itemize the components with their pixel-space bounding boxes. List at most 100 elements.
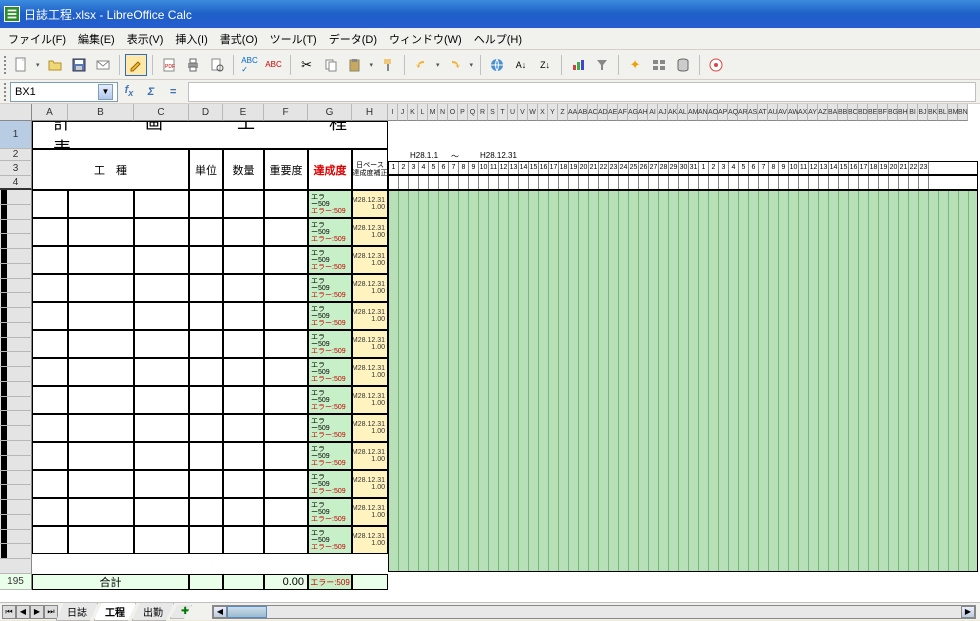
sheet-tab-nisshi[interactable]: 日誌: [56, 603, 98, 621]
column-headers[interactable]: A B C D E F G H IJKLMNOPQRSTUVWXYZAAABAC…: [32, 104, 968, 121]
date-cell[interactable]: M28.12.311.00: [352, 498, 388, 526]
empty-cell[interactable]: [68, 330, 134, 358]
empty-cell[interactable]: [264, 526, 308, 554]
horizontal-scrollbar[interactable]: ◀ ▶: [212, 605, 976, 619]
date-cell[interactable]: M28.12.311.00: [352, 358, 388, 386]
rowhead-hidden[interactable]: [0, 515, 32, 530]
colhead-L[interactable]: L: [418, 104, 428, 121]
total-juuyoudo[interactable]: 0.00: [264, 574, 308, 590]
colhead-BG[interactable]: BG: [888, 104, 898, 121]
copy-button[interactable]: [320, 54, 342, 76]
total-hipace[interactable]: [352, 574, 388, 590]
menu-help[interactable]: ヘルプ(H): [468, 29, 528, 49]
colhead-B[interactable]: B: [68, 104, 134, 121]
colhead-AK[interactable]: AK: [668, 104, 678, 121]
empty-cell[interactable]: [68, 246, 134, 274]
rowhead-hidden[interactable]: [0, 382, 32, 397]
empty-cell[interactable]: [32, 358, 68, 386]
empty-cell[interactable]: [68, 498, 134, 526]
colhead-AF[interactable]: AF: [618, 104, 628, 121]
menu-file[interactable]: ファイル(F): [2, 29, 72, 49]
menu-edit[interactable]: 編集(E): [72, 29, 121, 49]
empty-cell[interactable]: [32, 246, 68, 274]
add-sheet-button[interactable]: ✚: [170, 605, 192, 619]
menu-tools[interactable]: ツール(T): [264, 29, 323, 49]
rowhead-hidden[interactable]: [0, 352, 32, 367]
undo-button[interactable]: [410, 54, 432, 76]
colhead-AX[interactable]: AX: [798, 104, 808, 121]
error-cell[interactable]: エラー509エラー:509: [308, 526, 352, 554]
rowhead-hidden[interactable]: [0, 220, 32, 235]
colhead-AO[interactable]: AO: [708, 104, 718, 121]
empty-cell[interactable]: [264, 274, 308, 302]
rowhead-hidden[interactable]: [0, 205, 32, 220]
colhead-U[interactable]: U: [508, 104, 518, 121]
empty-cell[interactable]: [189, 470, 223, 498]
empty-cell[interactable]: [223, 358, 264, 386]
hscroll-thumb[interactable]: [227, 606, 267, 618]
rowhead-hidden[interactable]: [0, 367, 32, 382]
empty-cell[interactable]: [134, 274, 189, 302]
empty-cell[interactable]: [189, 386, 223, 414]
open-button[interactable]: [44, 54, 66, 76]
rowhead-hidden[interactable]: [0, 249, 32, 264]
rowhead-hidden[interactable]: [0, 544, 32, 559]
row-headers[interactable]: 1 2 3 4 195: [0, 121, 32, 590]
empty-cell[interactable]: [223, 218, 264, 246]
menu-window[interactable]: ウィンドウ(W): [383, 29, 468, 49]
error-cell[interactable]: エラー509エラー:509: [308, 470, 352, 498]
empty-cell[interactable]: [189, 218, 223, 246]
empty-cell[interactable]: [264, 414, 308, 442]
formula-grip[interactable]: [4, 83, 8, 101]
colhead-N[interactable]: N: [438, 104, 448, 121]
empty-cell[interactable]: [134, 470, 189, 498]
empty-cell[interactable]: [32, 330, 68, 358]
empty-cell[interactable]: [223, 526, 264, 554]
empty-cell[interactable]: [32, 526, 68, 554]
rowhead-hidden[interactable]: [0, 456, 32, 471]
colhead-AH[interactable]: AH: [638, 104, 648, 121]
rowhead-hidden[interactable]: [0, 397, 32, 412]
rowhead-4[interactable]: 4: [0, 176, 32, 190]
empty-cell[interactable]: [32, 274, 68, 302]
empty-cell[interactable]: [264, 442, 308, 470]
help-button[interactable]: [705, 54, 727, 76]
gallery-button[interactable]: [648, 54, 670, 76]
empty-cell[interactable]: [189, 414, 223, 442]
tab-next-button[interactable]: ▶: [30, 605, 44, 619]
autospell-button[interactable]: ABC: [263, 54, 285, 76]
tab-prev-button[interactable]: ◀: [16, 605, 30, 619]
rowhead-hidden[interactable]: [0, 485, 32, 500]
empty-cell[interactable]: [68, 442, 134, 470]
new-dropdown[interactable]: ▾: [34, 61, 42, 69]
colhead-G[interactable]: G: [308, 104, 352, 121]
empty-cell[interactable]: [134, 246, 189, 274]
menu-data[interactable]: データ(D): [323, 29, 383, 49]
colhead-BD[interactable]: BD: [858, 104, 868, 121]
colhead-AM[interactable]: AM: [688, 104, 698, 121]
empty-cell[interactable]: [134, 330, 189, 358]
error-cell[interactable]: エラー509エラー:509: [308, 190, 352, 218]
empty-cell[interactable]: [134, 498, 189, 526]
colhead-Z[interactable]: Z: [558, 104, 568, 121]
colhead-T[interactable]: T: [498, 104, 508, 121]
menu-insert[interactable]: 挿入(I): [169, 29, 213, 49]
empty-cell[interactable]: [189, 330, 223, 358]
sheet-tab-koutei[interactable]: 工程: [94, 603, 136, 621]
colhead-X[interactable]: X: [538, 104, 548, 121]
error-cell[interactable]: エラー509エラー:509: [308, 386, 352, 414]
empty-cell[interactable]: [223, 190, 264, 218]
empty-cell[interactable]: [32, 442, 68, 470]
empty-cell[interactable]: [32, 470, 68, 498]
format-paint-button[interactable]: [377, 54, 399, 76]
colhead-K[interactable]: K: [408, 104, 418, 121]
spellcheck-button[interactable]: ABC✓: [239, 54, 261, 76]
date-cell[interactable]: M28.12.311.00: [352, 470, 388, 498]
redo-dropdown[interactable]: ▾: [468, 61, 476, 69]
colhead-AS[interactable]: AS: [748, 104, 758, 121]
empty-cell[interactable]: [223, 442, 264, 470]
paste-dropdown[interactable]: ▾: [368, 61, 376, 69]
menu-format[interactable]: 書式(O): [214, 29, 264, 49]
menu-view[interactable]: 表示(V): [121, 29, 170, 49]
colhead-BB[interactable]: BB: [838, 104, 848, 121]
